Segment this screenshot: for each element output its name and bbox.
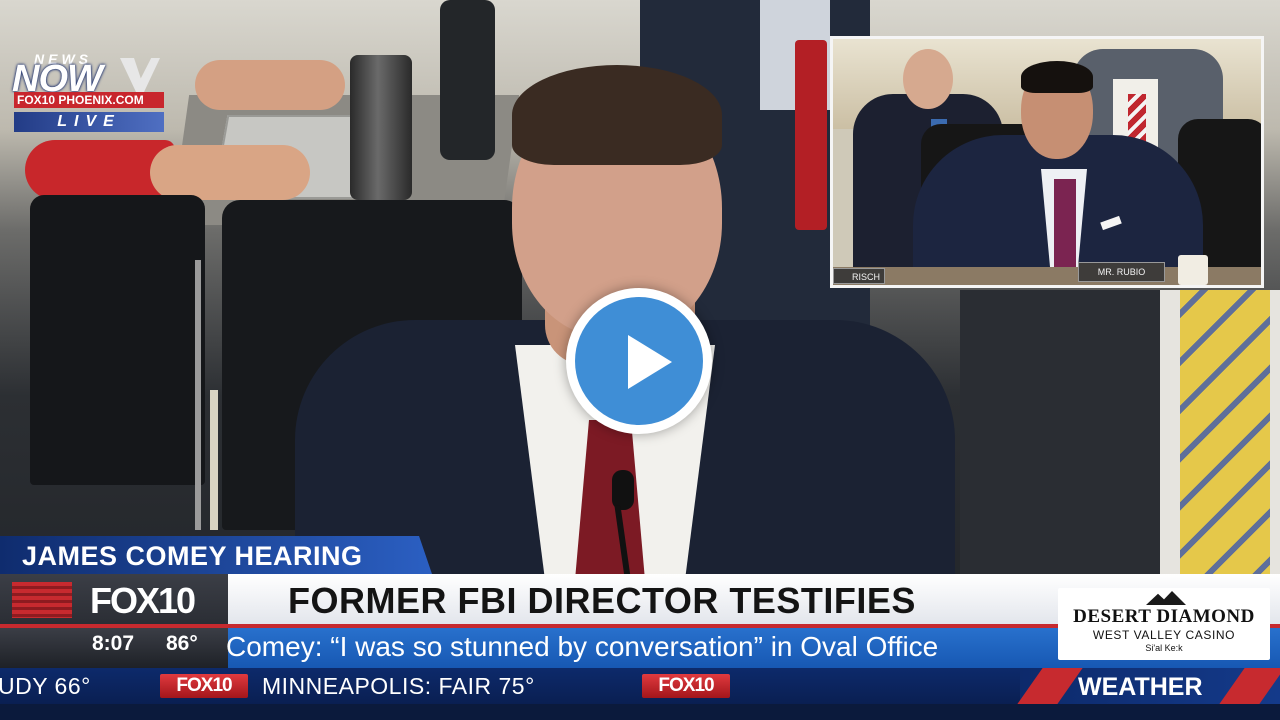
sponsor-name: DESERT DIAMOND: [1073, 606, 1255, 627]
logo-site: FOX10 PHOENIX.COM: [14, 92, 164, 108]
headline-text: FORMER FBI DIRECTOR TESTIFIES: [288, 580, 916, 621]
background-bottle: [440, 0, 495, 160]
weather-tab: WEATHER: [1017, 668, 1280, 704]
inset-nameplate: MR. RUBIO: [1078, 262, 1165, 282]
background-person-tie: [795, 40, 827, 230]
play-icon: [628, 335, 672, 389]
sponsor-tagline: WEST VALLEY CASINO: [1092, 628, 1236, 642]
subject-hair: [512, 65, 722, 165]
topic-text: JAMES COMEY HEARING: [22, 541, 363, 571]
bottom-bar: [0, 704, 1280, 720]
ticker-fox10-badge: FOX10: [160, 674, 248, 698]
fox10-emblem-icon: [12, 582, 72, 618]
ticker-fox10-badge: FOX10: [642, 674, 730, 698]
sponsor-subtitle: Si'al Ke:k: [1145, 643, 1183, 653]
ticker-item: UDY 66°: [0, 673, 91, 699]
clock-time: 8:07: [92, 632, 135, 655]
inset-subject-hair: [1021, 61, 1093, 93]
background-travel-mug: [350, 55, 412, 200]
sponsor-logo: DESERT DIAMOND WEST VALLEY CASINO Si'al …: [1058, 588, 1270, 660]
background-hand: [195, 60, 345, 110]
fox10-wordmark: FOX10: [90, 580, 196, 621]
weather-stripe: [1017, 668, 1083, 704]
weather-label: WEATHER: [1078, 673, 1203, 701]
logo-check-icon: [120, 58, 160, 92]
background-mic-stand: [195, 260, 201, 530]
ticker-item: MINNEAPOLIS: FAIR 75°: [262, 673, 535, 699]
inset-video: MR. RUBIO RISCH: [830, 36, 1264, 288]
background-chair: [30, 195, 205, 485]
inset-nameplate-partial: RISCH: [833, 268, 885, 284]
inset-subject-tie: [1054, 179, 1076, 279]
play-button[interactable]: [566, 288, 712, 434]
microphone: [612, 470, 634, 510]
topic-banner: JAMES COMEY HEARING: [0, 536, 432, 574]
play-button-circle: [575, 297, 703, 425]
background-hand: [150, 145, 310, 200]
inset-cup: [1178, 255, 1208, 285]
inset-background-head: [903, 49, 953, 109]
subheadline-text: Comey: “I was so stunned by conversation…: [226, 631, 939, 662]
background-mic-stand: [210, 390, 218, 530]
sponsor-mountain-icon: [1146, 591, 1186, 605]
background-person: [960, 290, 1160, 580]
background-striped-tie: [1180, 290, 1270, 580]
live-badge: LIVE: [14, 112, 164, 132]
weather-stripe: [1219, 668, 1280, 704]
news-now-logo: NEWS NOW FOX10 PHOENIX.COM LIVE: [8, 50, 164, 136]
temperature: 86°: [166, 632, 198, 655]
